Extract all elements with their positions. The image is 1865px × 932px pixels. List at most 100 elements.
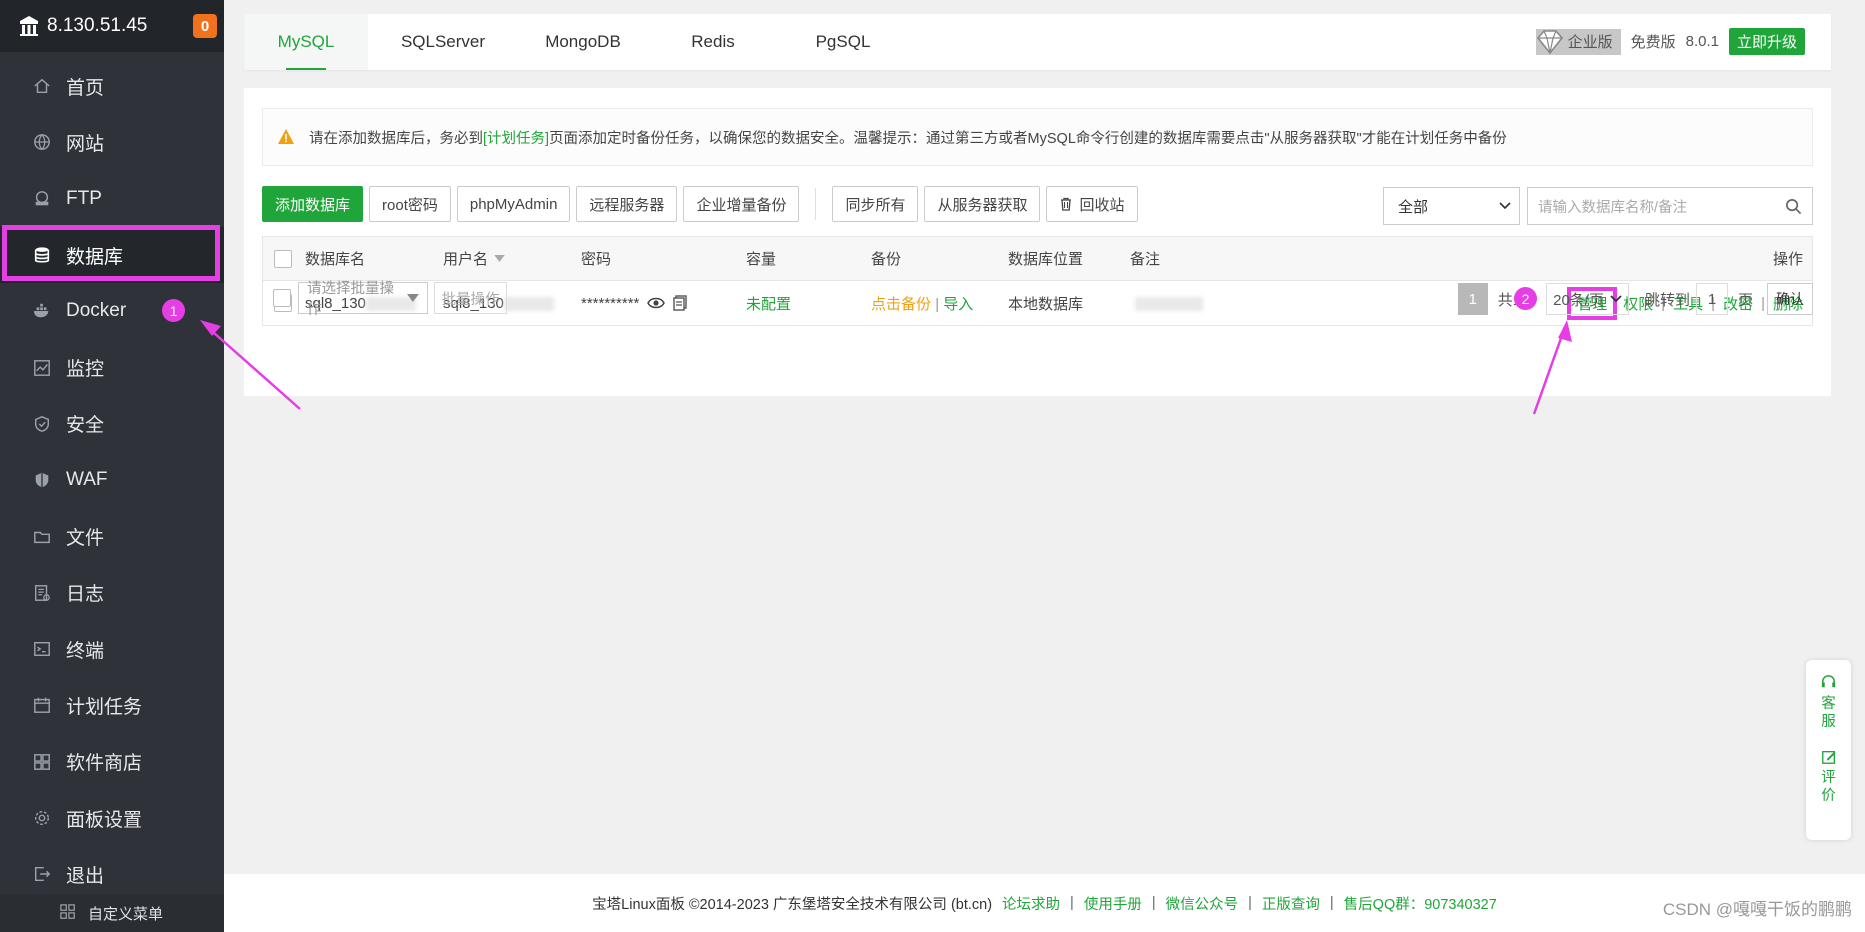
sidebar-item-label: 网站 (66, 133, 105, 155)
col-backup: 备份 (871, 251, 902, 268)
footer-link-wechat[interactable]: 微信公众号 (1166, 893, 1239, 914)
sidebar-item-label: 安全 (66, 415, 105, 437)
db-search-input[interactable]: 请输入数据库名称/备注 (1527, 187, 1813, 225)
sync-all-button[interactable]: 同步所有 (832, 186, 919, 222)
search-placeholder: 请输入数据库名称/备注 (1538, 199, 1688, 216)
recycle-bin-label: 回收站 (1079, 196, 1125, 214)
enterprise-backup-button[interactable]: 企业增量备份 (683, 186, 800, 222)
jump-page-input[interactable]: 1 (1695, 283, 1728, 315)
remote-server-button[interactable]: 远程服务器 (576, 186, 678, 222)
sidebar-item-monitor[interactable]: 监控 (0, 339, 224, 395)
cron-task-link[interactable]: [计划任务] (483, 127, 549, 148)
calendar-icon (32, 695, 52, 715)
root-password-button[interactable]: root密码 (369, 186, 451, 222)
notification-badge[interactable]: 0 (193, 14, 217, 38)
log-icon (32, 583, 52, 603)
copyright-text: 宝塔Linux面板 ©2014-2023 广东堡塔安全技术有限公司 (bt.cn… (592, 896, 993, 913)
add-database-button[interactable]: 添加数据库 (262, 186, 364, 222)
footer-link-manual[interactable]: 使用手册 (1084, 893, 1142, 914)
sidebar-item-docker[interactable]: Docker (0, 283, 224, 339)
custom-menu-button[interactable]: 自定义菜单 (0, 894, 224, 932)
sidebar-item-logs[interactable]: 日志 (0, 565, 224, 621)
server-header[interactable]: 8.130.51.45 0 (0, 0, 224, 52)
sidebar-item-database[interactable]: 数据库 (0, 226, 224, 284)
search-icon[interactable] (1785, 198, 1802, 215)
select-all-checkbox[interactable] (274, 249, 292, 268)
page-size-select[interactable]: 20条/页 (1546, 283, 1629, 315)
sidebar-item-label: 计划任务 (66, 696, 143, 718)
col-user[interactable]: 用户名 (443, 248, 505, 269)
version-number: 8.0.1 (1685, 33, 1719, 50)
caret-down-icon (407, 294, 419, 302)
recycle-bin-button[interactable]: 回收站 (1046, 186, 1138, 222)
trash-icon (1061, 197, 1072, 211)
footer-link-qq-group[interactable]: 售后QQ群：907340327 (1344, 893, 1497, 914)
watermark: CSDN @嘎嘎干饭的鹏鹏 (1662, 900, 1852, 919)
sidebar-item-terminal[interactable]: 终端 (0, 621, 224, 677)
sidebar-item-settings[interactable]: 面板设置 (0, 790, 224, 846)
annotation-marker-2: 2 (1514, 287, 1537, 310)
notice-suffix: 页面添加定时备份任务，以确保您的数据安全。温馨提示：通过第三方或者MySQL命令… (549, 130, 1507, 147)
table-footer: 请选择批量操作 批量操作 1 共1条 20条/页 跳转到 1 页 确认 (262, 281, 1813, 318)
col-remark: 备注 (1130, 251, 1161, 268)
footer-divider: | (1070, 895, 1074, 911)
footer-divider: | (1329, 895, 1334, 911)
review-label: 评价 (1821, 770, 1836, 804)
logout-icon (32, 864, 52, 884)
sidebar-item-waf[interactable]: WAF (0, 452, 224, 508)
col-actions: 操作 (1772, 251, 1803, 268)
tab-pgsql[interactable]: PgSQL (778, 14, 908, 70)
sidebar-menu: 首页 网站 FTP 数据库 Docker 监控 安全 WAF 文件 日志 终端 … (0, 52, 224, 902)
database-panel: 请在添加数据库后，务必到 [计划任务] 页面添加定时备份任务，以确保您的数据安全。温… (244, 88, 1831, 396)
batch-select-checkbox[interactable] (273, 289, 291, 307)
custom-menu-label: 自定义菜单 (88, 905, 164, 923)
col-user-label: 用户名 (443, 251, 489, 268)
sidebar-item-files[interactable]: 文件 (0, 508, 224, 564)
docker-icon (32, 301, 52, 321)
phpmyadmin-button[interactable]: phpMyAdmin (456, 186, 571, 222)
sidebar-item-security[interactable]: 安全 (0, 396, 224, 452)
tab-sqlserver[interactable]: SQLServer (368, 14, 518, 70)
annotation-marker-1: 1 (162, 299, 185, 322)
sidebar-item-home[interactable]: 首页 (0, 58, 224, 114)
terminal-icon (32, 639, 52, 659)
col-location: 数据库位置 (1008, 251, 1084, 268)
waf-icon (32, 470, 52, 490)
sort-down-icon (494, 255, 505, 262)
batch-action-select[interactable]: 请选择批量操作 (298, 281, 428, 318)
sidebar-item-label: WAF (66, 469, 108, 491)
sidebar-item-label: 面板设置 (66, 809, 143, 831)
tab-mongodb[interactable]: MongoDB (518, 14, 648, 70)
enterprise-badge[interactable]: 企业版 (1535, 28, 1621, 55)
backup-notice: 请在添加数据库后，务必到 [计划任务] 页面添加定时备份任务，以确保您的数据安全。温… (262, 108, 1813, 166)
customer-service-button[interactable]: 客服 (1821, 674, 1837, 731)
ftp-icon (32, 189, 52, 209)
headset-icon (1821, 675, 1836, 688)
sidebar-item-store[interactable]: 软件商店 (0, 734, 224, 790)
upgrade-button[interactable]: 立即升级 (1728, 28, 1805, 55)
col-password: 密码 (581, 251, 612, 268)
sidebar-item-label: 首页 (66, 77, 105, 99)
footer-divider: | (1248, 895, 1252, 911)
toolbar-divider (815, 188, 817, 220)
sidebar-item-label: 终端 (66, 640, 105, 662)
tab-mysql[interactable]: MySQL (244, 14, 368, 70)
batch-action-button[interactable]: 批量操作 (434, 282, 507, 314)
chevron-down-icon (1610, 295, 1622, 303)
tab-redis[interactable]: Redis (648, 14, 778, 70)
sidebar-item-label: FTP (66, 187, 102, 209)
sidebar-item-ftp[interactable]: FTP (0, 171, 224, 227)
fetch-from-server-button[interactable]: 从服务器获取 (924, 186, 1041, 222)
batch-select-placeholder: 请选择批量操作 (307, 281, 394, 318)
jump-confirm-button[interactable]: 确认 (1767, 283, 1813, 315)
footer-link-license[interactable]: 正版查询 (1262, 893, 1320, 914)
sidebar-item-cron[interactable]: 计划任务 (0, 677, 224, 733)
db-filter-select[interactable]: 全部 (1383, 187, 1520, 225)
review-button[interactable]: 评价 (1821, 749, 1837, 805)
support-float-panel: 客服 评价 (1806, 660, 1851, 840)
globe-icon (32, 132, 52, 152)
sidebar-item-website[interactable]: 网站 (0, 114, 224, 170)
page-number-current[interactable]: 1 (1457, 283, 1488, 315)
database-icon (32, 245, 52, 265)
footer-link-forum[interactable]: 论坛求助 (1002, 893, 1060, 914)
